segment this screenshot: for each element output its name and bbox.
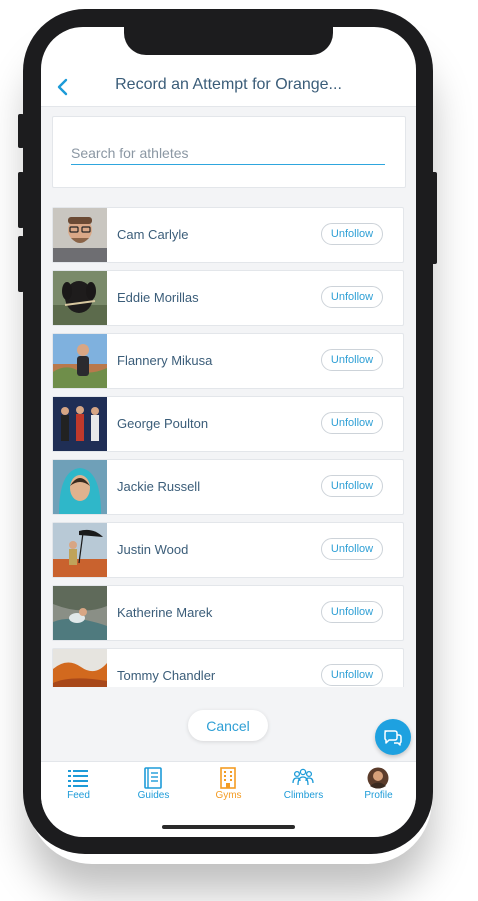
athlete-photo	[53, 397, 107, 451]
chat-bubbles-icon	[384, 730, 402, 746]
chat-button[interactable]	[375, 719, 411, 755]
athlete-photo	[53, 271, 107, 325]
tab-label: Guides	[137, 790, 170, 801]
unfollow-button[interactable]: Unfollow	[321, 538, 383, 560]
athlete-list: Cam Carlyle Unfollow Eddie Morillas Unfo…	[41, 207, 416, 687]
unfollow-button[interactable]: Unfollow	[321, 412, 383, 434]
tab-gyms[interactable]: Gyms	[191, 762, 266, 810]
athlete-name: Flannery Mikusa	[117, 353, 213, 368]
cancel-button[interactable]: Cancel	[188, 710, 268, 741]
athlete-photo	[53, 208, 107, 262]
athlete-row[interactable]: Katherine Marek Unfollow	[52, 585, 404, 641]
athlete-row[interactable]: Cam Carlyle Unfollow	[52, 207, 404, 263]
athlete-name: Tommy Chandler	[117, 668, 216, 683]
unfollow-button[interactable]: Unfollow	[321, 223, 383, 245]
search-card	[52, 116, 406, 188]
tab-label: Feed	[67, 790, 90, 801]
book-icon	[144, 767, 162, 789]
unfollow-button[interactable]: Unfollow	[321, 349, 383, 371]
tab-label: Gyms	[215, 790, 242, 801]
athlete-row[interactable]: Jackie Russell Unfollow	[52, 459, 404, 515]
tab-feed[interactable]: Feed	[41, 762, 116, 810]
page-title: Record an Attempt for Orange...	[115, 76, 342, 93]
athlete-row[interactable]: Tommy Chandler Unfollow	[52, 648, 404, 687]
athlete-name: Cam Carlyle	[117, 227, 189, 242]
athlete-row[interactable]: Eddie Morillas Unfollow	[52, 270, 404, 326]
unfollow-button[interactable]: Unfollow	[321, 475, 383, 497]
athlete-photo	[53, 460, 107, 514]
athlete-name: Jackie Russell	[117, 479, 201, 494]
back-chevron-icon[interactable]	[51, 74, 75, 100]
tab-climbers[interactable]: Climbers	[266, 762, 341, 810]
athlete-row[interactable]: Flannery Mikusa Unfollow	[52, 333, 404, 389]
athlete-photo	[53, 586, 107, 640]
unfollow-button[interactable]: Unfollow	[321, 664, 383, 686]
athlete-photo	[53, 334, 107, 388]
list-icon	[68, 770, 88, 787]
athlete-name: Eddie Morillas	[117, 290, 199, 305]
athlete-row[interactable]: George Poulton Unfollow	[52, 396, 404, 452]
avatar-icon	[367, 767, 389, 789]
people-icon	[292, 768, 314, 786]
unfollow-button[interactable]: Unfollow	[321, 286, 383, 308]
tab-label: Climbers	[283, 790, 324, 801]
building-icon	[220, 767, 236, 789]
athlete-name: Justin Wood	[117, 542, 189, 557]
athlete-name: George Poulton	[117, 416, 209, 431]
athlete-name: Katherine Marek	[117, 605, 213, 620]
tab-profile[interactable]: Profile	[341, 762, 416, 810]
unfollow-button[interactable]: Unfollow	[321, 601, 383, 623]
nav-header: Record an Attempt for Orange...	[41, 70, 416, 107]
athlete-photo	[53, 523, 107, 577]
app-screen: Record an Attempt for Orange... Cam Carl…	[41, 27, 416, 837]
search-input[interactable]	[71, 142, 385, 165]
home-indicator	[162, 825, 295, 829]
tab-bar: Feed Guides Gyms Climbers Profile	[41, 761, 416, 810]
athlete-row[interactable]: Justin Wood Unfollow	[52, 522, 404, 578]
tab-label: Profile	[364, 790, 393, 801]
tab-guides[interactable]: Guides	[116, 762, 191, 810]
athlete-photo	[53, 649, 107, 687]
notch	[124, 27, 333, 55]
